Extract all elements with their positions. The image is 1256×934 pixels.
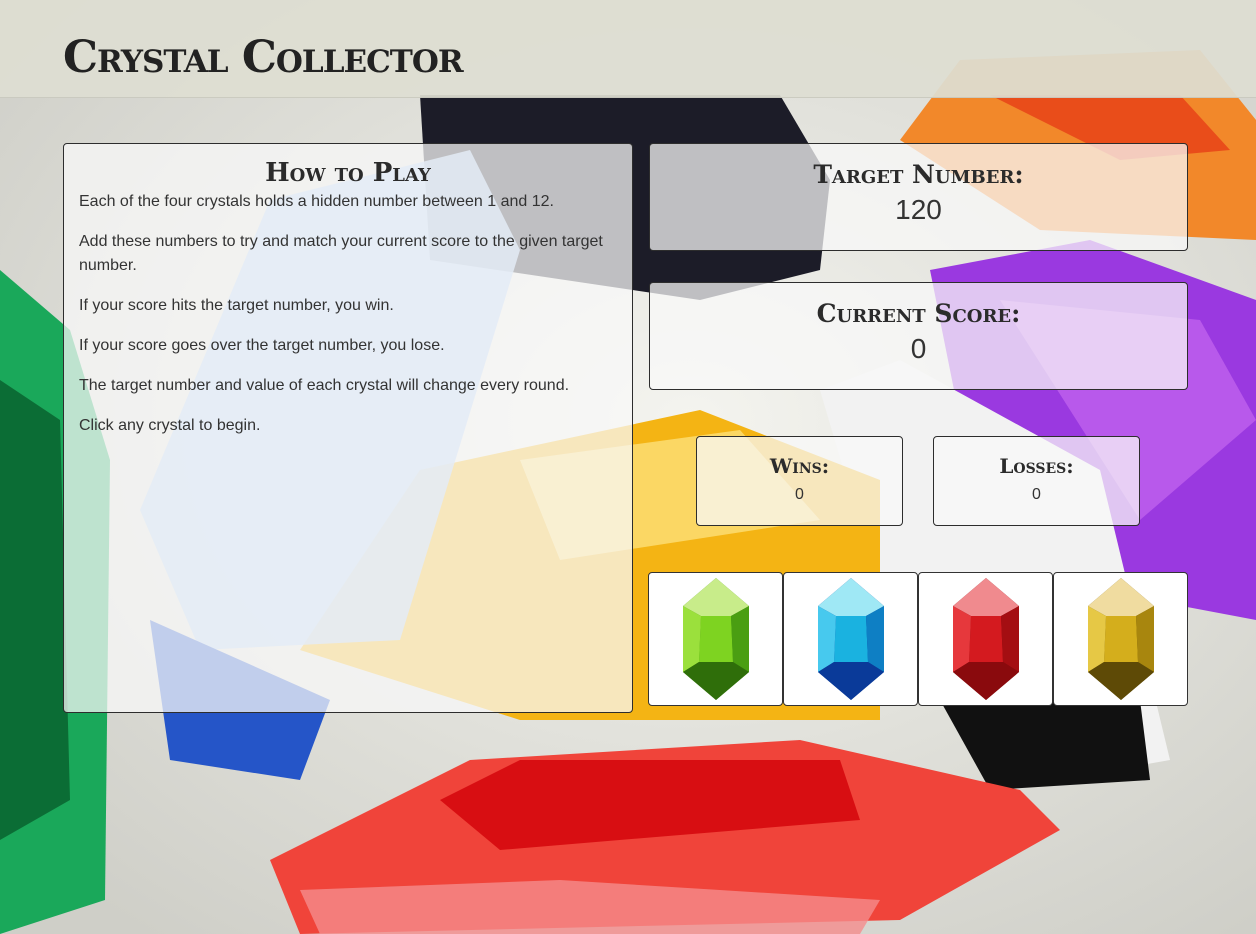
app-header: Crystal Collector — [0, 0, 1256, 98]
instruction-text: Click any crystal to begin. — [79, 417, 261, 434]
wins-panel: Wins: 0 — [696, 436, 903, 526]
how-to-play-panel: How to Play Each of the four crystals ho… — [63, 143, 633, 713]
target-number-value: 120 — [895, 194, 942, 225]
losses-value: 0 — [1032, 486, 1041, 503]
instruction-text: Each of the four crystals holds a hidden… — [79, 193, 554, 210]
current-score-label: Current Score: — [816, 299, 1021, 328]
target-number-panel: Target Number: 120 — [649, 143, 1188, 251]
current-score-panel: Current Score: 0 — [649, 282, 1188, 390]
blue-crystal-button[interactable] — [783, 572, 918, 706]
app-title: Crystal Collector — [63, 32, 464, 83]
red-crystal-icon — [952, 578, 1019, 700]
how-to-play-heading: How to Play — [265, 158, 431, 188]
current-score-value: 0 — [910, 333, 927, 364]
green-crystal-button[interactable] — [648, 572, 783, 706]
blue-crystal-icon — [817, 578, 884, 700]
target-number-label: Target Number: — [813, 160, 1024, 189]
losses-panel: Losses: 0 — [933, 436, 1140, 526]
instruction-text: Add these numbers to try and match your … — [79, 233, 603, 274]
red-crystal-button[interactable] — [918, 572, 1053, 706]
losses-label: Losses: — [999, 454, 1074, 478]
green-crystal-icon — [682, 578, 749, 700]
instruction-text: The target number and value of each crys… — [79, 377, 570, 394]
gold-crystal-button[interactable] — [1053, 572, 1188, 706]
crystal-buttons — [648, 572, 1188, 706]
instruction-text: If your score goes over the target numbe… — [79, 337, 445, 354]
gold-crystal-icon — [1087, 578, 1154, 700]
instruction-text: If your score hits the target number, yo… — [79, 297, 394, 314]
wins-label: Wins: — [769, 454, 830, 478]
wins-value: 0 — [795, 486, 804, 503]
